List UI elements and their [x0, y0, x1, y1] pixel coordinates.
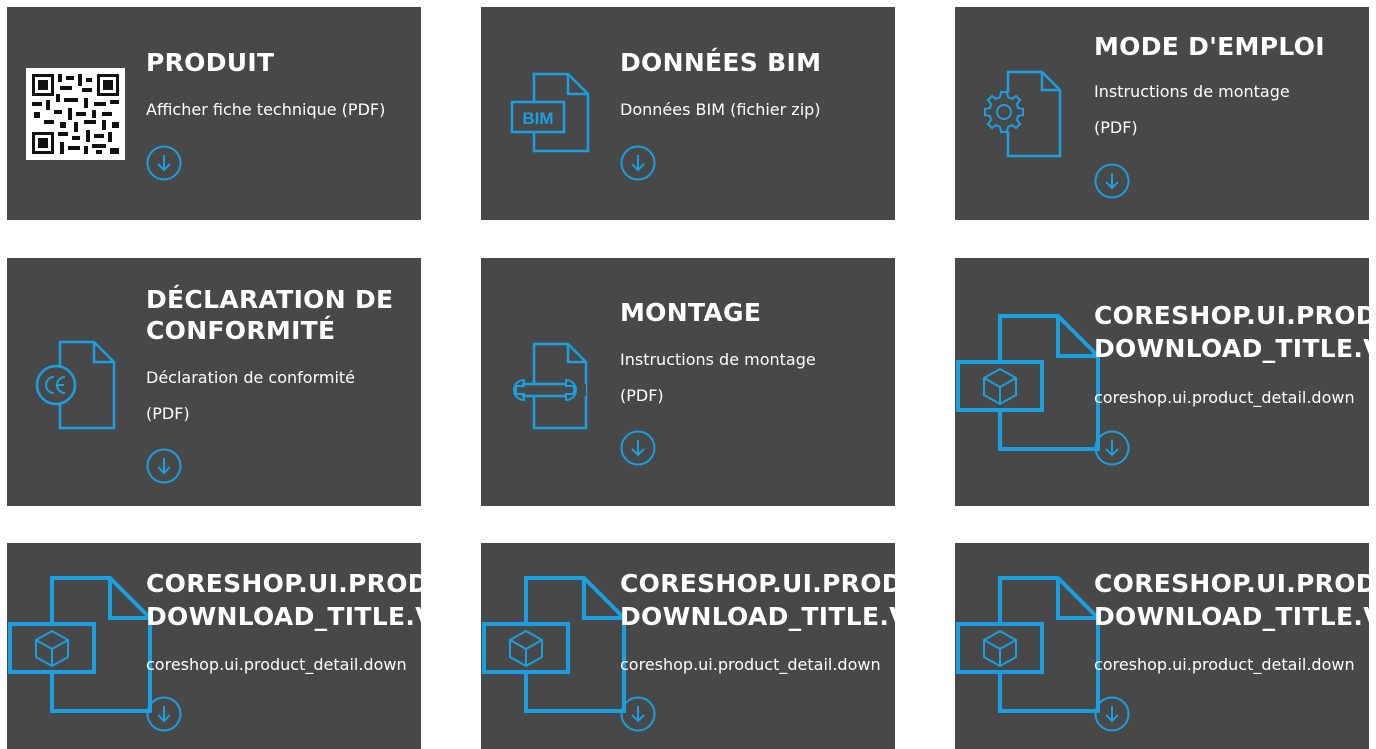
card-description-cont: (PDF): [620, 386, 664, 405]
card-description: coreshop.ui.product_detail.down: [1094, 388, 1355, 407]
card-title: DONNÉES BIM: [620, 48, 822, 77]
download-card-coreshop: CORESHOP.UI.PROD DOWNLOAD_TITLE.V coresh…: [481, 543, 895, 749]
bim-file-icon: BIM: [510, 72, 590, 153]
card-description-cont: (PDF): [146, 404, 190, 423]
cube-file-icon: [482, 576, 626, 713]
cube-file-icon: [956, 576, 1100, 713]
card-title: CORESHOP.UI.PROD: [620, 569, 895, 598]
download-icon[interactable]: [620, 696, 656, 732]
cube-file-icon: [956, 314, 1100, 451]
download-card-conformite: DÉCLARATION DE CONFORMITÉ Déclaration de…: [7, 258, 421, 506]
card-description: Instructions de montage: [620, 350, 816, 369]
cube-file-icon: [8, 576, 152, 713]
download-icon[interactable]: [1094, 696, 1130, 732]
card-title-cont: DOWNLOAD_TITLE.V: [620, 602, 895, 631]
card-description: Données BIM (fichier zip): [620, 100, 821, 119]
download-card-bim: BIM DONNÉES BIM Données BIM (fichier zip…: [481, 7, 895, 220]
card-description: Afficher fiche technique (PDF): [146, 100, 386, 119]
card-title: CORESHOP.UI.PROD: [1094, 301, 1369, 330]
download-card-coreshop: CORESHOP.UI.PROD DOWNLOAD_TITLE.V coresh…: [955, 543, 1369, 749]
gear-file-icon: [984, 70, 1062, 158]
qr-code-icon: [26, 68, 125, 160]
card-description: Instructions de montage: [1094, 82, 1290, 101]
download-card-coreshop: CORESHOP.UI.PROD DOWNLOAD_TITLE.V coresh…: [955, 258, 1369, 506]
card-title: CORESHOP.UI.PROD: [146, 569, 421, 598]
card-title-cont: DOWNLOAD_TITLE.V: [1094, 602, 1369, 631]
download-icon[interactable]: [620, 430, 656, 466]
wrench-file-icon: [512, 342, 588, 430]
bim-label: BIM: [522, 109, 553, 128]
card-title: CORESHOP.UI.PROD: [1094, 569, 1369, 598]
card-title-cont: DOWNLOAD_TITLE.V: [1094, 334, 1369, 363]
card-title-cont: DOWNLOAD_TITLE.V: [146, 602, 421, 631]
download-card-montage: MONTAGE Instructions de montage (PDF): [481, 258, 895, 506]
download-card-coreshop: CORESHOP.UI.PROD DOWNLOAD_TITLE.V coresh…: [7, 543, 421, 749]
download-icon[interactable]: [1094, 430, 1130, 466]
download-icon[interactable]: [146, 145, 182, 181]
download-card-mode-emploi: MODE D'EMPLOI Instructions de montage (P…: [955, 7, 1369, 220]
download-icon[interactable]: [146, 448, 182, 484]
card-title-cont: CONFORMITÉ: [146, 316, 336, 345]
card-title: MONTAGE: [620, 298, 762, 327]
card-description: Déclaration de conformité: [146, 368, 356, 387]
card-title: DÉCLARATION DE: [146, 285, 394, 314]
card-title: MODE D'EMPLOI: [1094, 32, 1325, 61]
card-description: coreshop.ui.product_detail.down: [620, 655, 881, 674]
download-icon[interactable]: [146, 696, 182, 732]
ce-file-icon: [35, 340, 116, 430]
download-card-produit: PRODUIT Afficher fiche technique (PDF): [7, 7, 421, 220]
download-icon[interactable]: [1094, 163, 1130, 199]
card-description: coreshop.ui.product_detail.down: [1094, 655, 1355, 674]
card-description-cont: (PDF): [1094, 118, 1138, 137]
card-title: PRODUIT: [146, 48, 275, 77]
card-description: coreshop.ui.product_detail.down: [146, 655, 407, 674]
download-icon[interactable]: [620, 145, 656, 181]
